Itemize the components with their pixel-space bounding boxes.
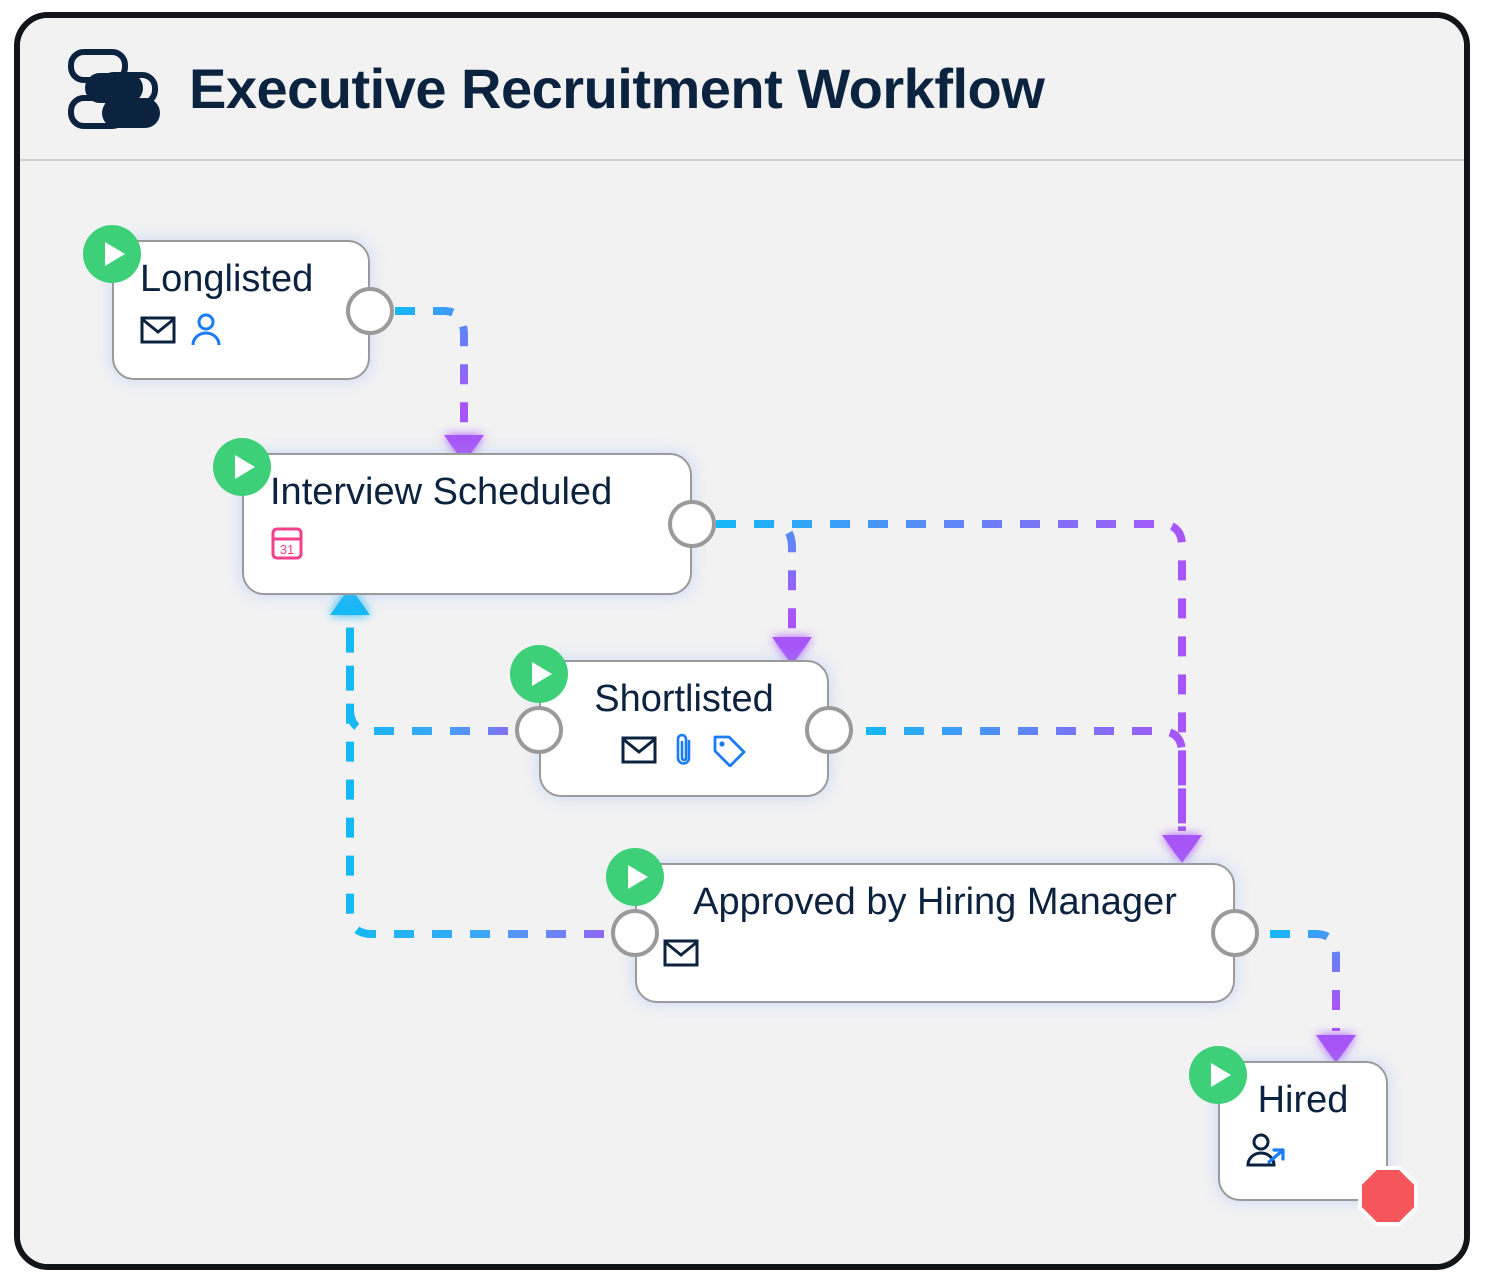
node-label: Hired [1257, 1079, 1349, 1121]
node-approved-by-hiring-manager-port-left[interactable] [611, 909, 659, 957]
paperclip-icon [673, 732, 695, 768]
node-label: Approved by Hiring Manager [693, 881, 1177, 923]
node-approved-by-hiring-manager-port-right[interactable] [1211, 909, 1259, 957]
calendar-day-label: 31 [280, 542, 294, 557]
node-interview-scheduled[interactable]: Interview Scheduled 31 [242, 453, 692, 595]
node-hired-stop-badge[interactable] [1357, 1165, 1419, 1227]
node-hired-start-badge[interactable] [1189, 1046, 1247, 1104]
page-title: Executive Recruitment Workflow [189, 56, 1045, 120]
tag-icon [711, 733, 747, 767]
play-icon [105, 242, 125, 266]
node-icon-group [663, 933, 1207, 973]
workflow-screenshot: Executive Recruitment Workflow Longliste… [0, 0, 1486, 1284]
node-icon-group [567, 730, 801, 770]
node-interview-scheduled-port-right[interactable] [668, 500, 716, 548]
window-header: Executive Recruitment Workflow [20, 18, 1464, 161]
node-shortlisted-start-badge[interactable] [510, 645, 568, 703]
node-interview-scheduled-start-badge[interactable] [213, 438, 271, 496]
node-longlisted[interactable]: Longlisted [112, 240, 370, 380]
node-icon-group [140, 310, 342, 350]
play-icon [532, 662, 552, 686]
person-icon [190, 313, 222, 347]
stop-octagon-icon [1358, 1166, 1418, 1226]
envelope-icon [140, 316, 176, 344]
node-icon-group [1246, 1131, 1360, 1171]
node-approved-by-hiring-manager-start-badge[interactable] [606, 848, 664, 906]
node-shortlisted[interactable]: Shortlisted [539, 660, 829, 797]
play-icon [1211, 1063, 1231, 1087]
workflow-stack-icon [65, 47, 161, 131]
envelope-icon [663, 939, 699, 967]
calendar-31-icon: 31 [270, 525, 304, 561]
edge-longlisted-to-interview [395, 307, 468, 431]
play-icon [628, 865, 648, 889]
workflow-canvas[interactable]: Longlisted Interview Scheduled 31 Shortl… [20, 163, 1464, 1264]
edge-shortlisted-to-approved [866, 727, 1186, 831]
edge-interview-to-shortlisted [716, 520, 796, 633]
arrowhead-into-approved-top [1162, 835, 1202, 863]
node-label: Longlisted [140, 258, 314, 300]
node-icon-group: 31 [270, 523, 664, 563]
app-window-frame: Executive Recruitment Workflow Longliste… [14, 12, 1470, 1270]
arrowhead-into-hired-top [1316, 1035, 1356, 1063]
node-label: Interview Scheduled [270, 471, 613, 513]
person-share-icon [1246, 1133, 1288, 1169]
play-icon [235, 455, 255, 479]
node-shortlisted-port-left[interactable] [515, 706, 563, 754]
node-longlisted-port-right[interactable] [346, 287, 394, 335]
node-approved-by-hiring-manager[interactable]: Approved by Hiring Manager [635, 863, 1235, 1003]
node-longlisted-start-badge[interactable] [83, 225, 141, 283]
node-shortlisted-port-right[interactable] [805, 706, 853, 754]
node-label: Shortlisted [594, 678, 774, 720]
edge-approved-to-hired [1270, 930, 1340, 1031]
envelope-icon [621, 736, 657, 764]
